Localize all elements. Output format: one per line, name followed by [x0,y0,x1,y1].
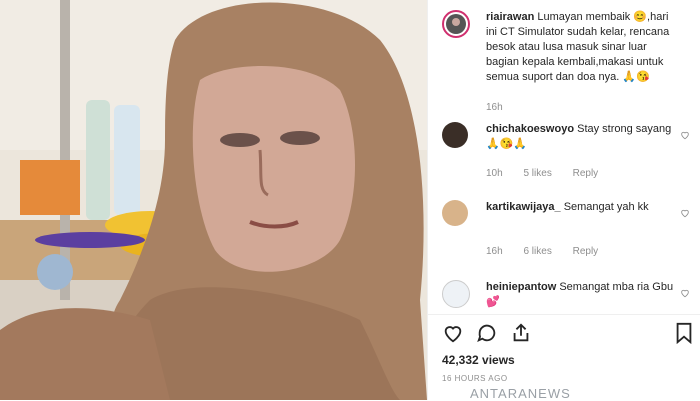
comment-icon[interactable] [476,322,498,344]
views-count: 42,332 views [442,353,515,367]
post-photo [0,0,427,400]
heart-icon[interactable] [680,208,690,218]
comment-likes[interactable]: 5 likes [523,168,551,179]
comment-username[interactable]: kartikawijaya_ [486,201,561,213]
heart-icon[interactable] [442,322,464,344]
instagram-panel: riairawan Lumayan membaik 😊,hari ini CT … [427,0,700,400]
share-icon[interactable] [510,322,532,344]
comment-likes[interactable]: 6 likes [523,246,551,257]
comment-username[interactable]: chichakoeswoyo [486,123,574,135]
divider [428,314,700,315]
heart-icon[interactable] [680,288,690,298]
reply-link[interactable]: Reply [573,168,599,179]
caption-time: 16h [486,102,503,113]
comment-username[interactable]: heiniepantow [486,281,556,293]
comment-time: 16h [486,246,503,257]
avatar-photo-icon [446,14,466,34]
source-watermark: ANTARANEWS [470,386,571,401]
action-bar [442,320,694,346]
comment-time: 10h [486,168,503,179]
commenter-avatar[interactable] [442,122,468,148]
photo-illustration [0,0,427,400]
author-avatar[interactable] [442,10,470,38]
reply-link[interactable]: Reply [573,246,599,257]
comment-text: Semangat yah kk [563,201,649,213]
heart-icon[interactable] [680,130,690,140]
commenter-avatar[interactable] [442,280,470,308]
bookmark-icon[interactable] [674,322,694,344]
author-username[interactable]: riairawan [486,11,534,23]
commenter-avatar[interactable] [442,200,468,226]
post-time-ago: 16 HOURS AGO [442,374,508,383]
